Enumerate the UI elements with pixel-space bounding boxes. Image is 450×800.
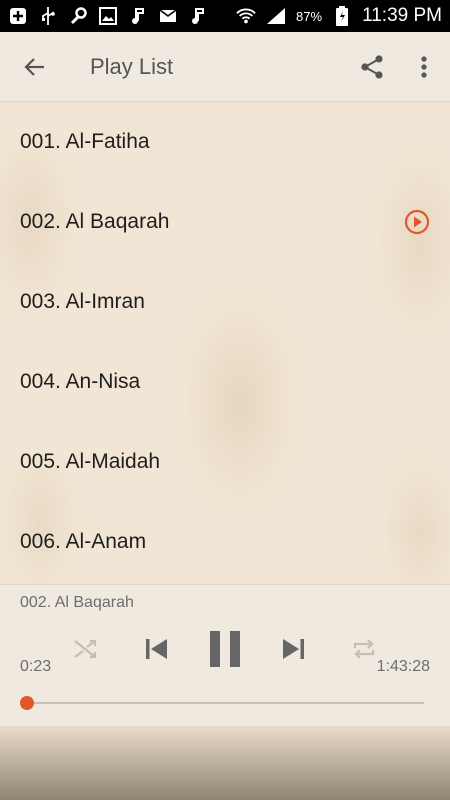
- clock: 11:39 PM: [362, 5, 442, 26]
- play-circle-icon[interactable]: [404, 209, 430, 235]
- battery-percent: 87%: [296, 8, 323, 24]
- previous-icon: [146, 639, 167, 659]
- pause-button[interactable]: [200, 627, 250, 671]
- page-title: Play List: [90, 53, 174, 79]
- elapsed-time: 0:23: [20, 658, 52, 675]
- previous-button[interactable]: [136, 627, 176, 671]
- signal-icon: [266, 6, 286, 26]
- seek-bar[interactable]: [26, 702, 424, 704]
- list-item[interactable]: 005. Al-Maidah: [0, 422, 450, 502]
- status-bar: 87% 11:39 PM: [0, 0, 450, 32]
- back-button[interactable]: [0, 32, 70, 102]
- wrench-icon: [68, 6, 88, 26]
- shuffle-icon: [74, 639, 97, 659]
- player-panel: 002. Al Baqarah 0:23 1:43:28: [0, 584, 450, 726]
- music-note-icon: [188, 6, 208, 26]
- playlist: 001. Al-Fatiha 002. Al Baqarah 003. Al-I…: [0, 102, 450, 584]
- next-button[interactable]: [274, 627, 314, 671]
- plus-square-icon: [8, 6, 28, 26]
- list-item[interactable]: 006. Al-Anam: [0, 502, 450, 582]
- next-icon: [283, 639, 304, 659]
- wifi-icon: [236, 6, 256, 26]
- share-icon: [361, 54, 383, 79]
- track-title: 004. An-Nisa: [20, 370, 141, 393]
- track-title: 005. Al-Maidah: [20, 450, 161, 473]
- seek-bar-thumb[interactable]: [20, 696, 35, 710]
- shuffle-button[interactable]: [66, 627, 106, 671]
- track-title: 006. Al-Anam: [20, 530, 147, 553]
- repeat-icon: [353, 639, 375, 659]
- list-item[interactable]: 001. Al-Fatiha: [0, 102, 450, 182]
- track-title: 002. Al Baqarah: [20, 210, 170, 233]
- more-options-button[interactable]: [398, 32, 450, 102]
- track-title: 001. Al-Fatiha: [20, 130, 150, 153]
- image-icon: [98, 6, 118, 26]
- usb-icon: [38, 6, 58, 26]
- list-item[interactable]: 002. Al Baqarah: [0, 182, 450, 262]
- status-icons-right: 87% 11:39 PM: [236, 5, 442, 27]
- back-arrow-icon: [24, 57, 44, 76]
- app-toolbar: Play List: [0, 32, 450, 102]
- share-button[interactable]: [346, 32, 398, 102]
- more-vert-icon: [421, 55, 427, 78]
- music-note-icon: [128, 6, 148, 26]
- mail-icon: [158, 6, 178, 26]
- now-playing-title: 002. Al Baqarah: [20, 594, 134, 611]
- list-item[interactable]: 004. An-Nisa: [0, 342, 450, 422]
- background-footer: [0, 726, 450, 800]
- pause-icon: [210, 631, 240, 667]
- battery-icon: [332, 6, 352, 26]
- total-duration: 1:43:28: [376, 658, 430, 675]
- track-title: 003. Al-Imran: [20, 290, 145, 313]
- list-item[interactable]: 003. Al-Imran: [0, 262, 450, 342]
- status-icons-left: [8, 6, 208, 26]
